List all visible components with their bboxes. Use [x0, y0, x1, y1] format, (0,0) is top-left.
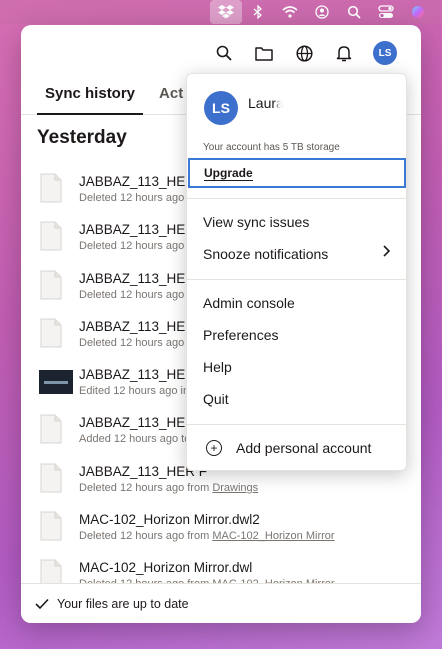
bell-icon[interactable]	[333, 42, 355, 64]
snooze-notifications-item[interactable]: Snooze notifications	[203, 246, 393, 262]
storage-info: Your account has 5 TB storage	[203, 142, 340, 153]
folder-link[interactable]: MAC-102_Horizon Mirror	[212, 530, 334, 542]
file-icon	[40, 221, 62, 251]
file-name: MAC-102_Horizon Mirror.dwl	[79, 560, 253, 576]
add-personal-account-item[interactable]: + Add personal account	[206, 440, 371, 456]
search-icon[interactable]	[338, 0, 370, 24]
snooze-label: Snooze notifications	[203, 246, 329, 262]
dropbox-icon[interactable]	[210, 0, 242, 24]
file-thumbnail	[39, 370, 73, 395]
menu-divider	[187, 424, 408, 425]
menu-bar	[0, 0, 442, 24]
status-bar: Your files are up to date	[21, 583, 421, 623]
preferences-item[interactable]: Preferences	[203, 327, 278, 343]
list-item[interactable]: MAC-102_Horizon Mirror.dwl2 Deleted 12 h…	[21, 503, 421, 551]
bluetooth-icon[interactable]	[242, 0, 274, 24]
search-icon[interactable]	[213, 42, 235, 64]
view-sync-issues-item[interactable]: View sync issues	[203, 214, 309, 230]
quit-item[interactable]: Quit	[203, 391, 229, 407]
admin-console-item[interactable]: Admin console	[203, 295, 295, 311]
file-icon	[40, 511, 62, 541]
file-name: MAC-102_Horizon Mirror.dwl2	[79, 512, 260, 528]
tab-sync-history[interactable]: Sync history	[37, 81, 144, 115]
redaction-blur	[277, 90, 389, 130]
file-icon	[40, 318, 62, 348]
upgrade-label: Upgrade	[204, 165, 253, 181]
account-header: LS Laura	[204, 91, 284, 125]
check-icon	[35, 598, 49, 609]
help-item[interactable]: Help	[203, 359, 232, 375]
menu-divider	[187, 198, 408, 199]
file-status: Deleted 12 hours ago from MAC-102_Horizo…	[79, 530, 335, 543]
file-icon	[40, 270, 62, 300]
section-title: Yesterday	[37, 127, 127, 148]
plus-circle-icon: +	[206, 440, 222, 456]
siri-icon[interactable]	[402, 0, 434, 24]
menu-divider	[187, 279, 408, 280]
status-text: Your files are up to date	[57, 596, 189, 611]
chevron-right-icon	[382, 244, 391, 260]
control-center-icon[interactable]	[370, 0, 402, 24]
wifi-icon[interactable]	[274, 0, 306, 24]
file-status: Deleted 12 hours ago from Drawings	[79, 481, 259, 494]
user-icon[interactable]	[306, 0, 338, 24]
add-account-label: Add personal account	[236, 440, 372, 456]
avatar: LS	[204, 91, 238, 125]
file-icon	[40, 173, 62, 203]
upgrade-button[interactable]: Upgrade	[188, 158, 406, 188]
globe-icon[interactable]	[293, 42, 315, 64]
avatar[interactable]: LS	[373, 41, 397, 65]
file-icon	[40, 463, 62, 493]
folder-link[interactable]: Drawings	[212, 482, 258, 494]
folder-icon[interactable]	[253, 42, 275, 64]
account-menu: LS Laura Your account has 5 TB storage U…	[186, 73, 408, 471]
file-icon	[40, 414, 62, 444]
